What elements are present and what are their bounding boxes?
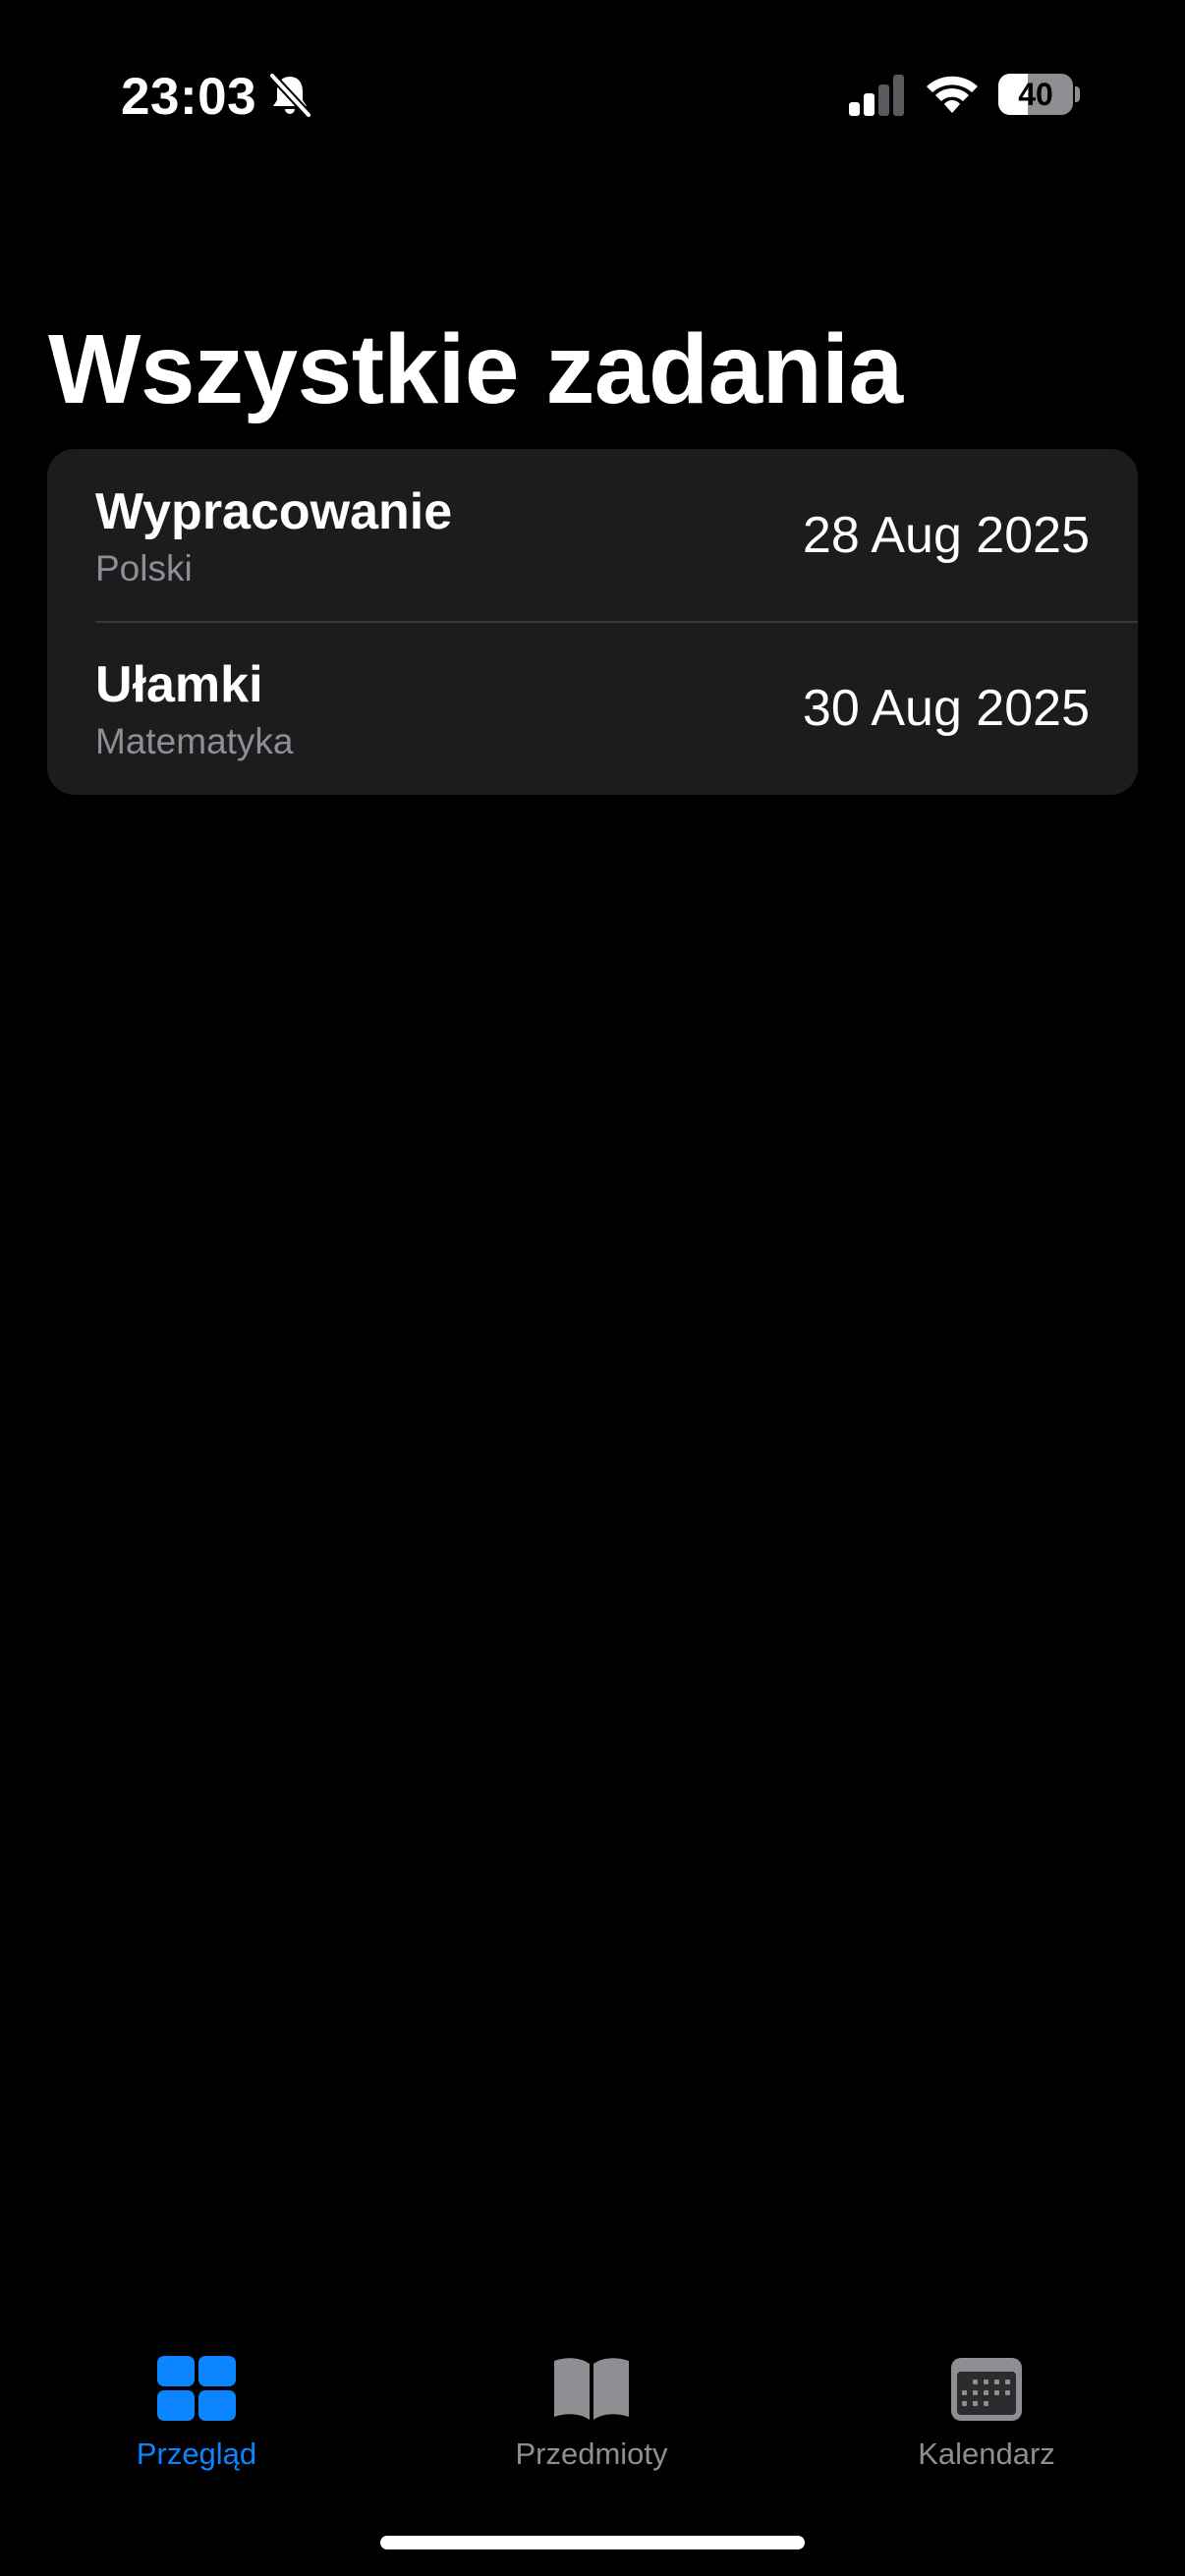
book-icon — [554, 2358, 629, 2420]
task-title: Ułamki — [95, 656, 263, 713]
status-time: 23:03 — [121, 68, 257, 126]
task-subject: Polski — [95, 548, 193, 588]
grid-icon — [157, 2356, 236, 2421]
page-title: Wszystkie zadania — [48, 314, 903, 424]
tab-subjects[interactable]: Przedmioty — [464, 2319, 719, 2486]
task-list: Wypracowanie Polski 28 Aug 2025 Ułamki M… — [47, 449, 1138, 795]
bell-slash-icon — [268, 72, 312, 119]
tab-bar: Przegląd Przedmioty Kalendarz — [0, 2319, 1185, 2495]
calendar-icon — [951, 2358, 1022, 2421]
task-due-date: 28 Aug 2025 — [802, 507, 1090, 564]
tab-label: Kalendarz — [918, 2436, 1055, 2471]
battery-icon: 40 — [998, 74, 1080, 115]
battery-level: 40 — [1018, 77, 1053, 112]
status-bar: 23:03 40 — [0, 0, 1185, 187]
home-indicator[interactable] — [380, 2536, 805, 2549]
tab-overview[interactable]: Przegląd — [69, 2319, 324, 2486]
wifi-icon — [927, 76, 978, 113]
tab-label: Przedmioty — [515, 2436, 668, 2471]
task-row[interactable]: Wypracowanie Polski 28 Aug 2025 — [47, 449, 1138, 623]
cellular-signal-icon — [849, 75, 904, 116]
task-subject: Matematyka — [95, 721, 294, 761]
tab-label: Przegląd — [136, 2436, 257, 2471]
task-due-date: 30 Aug 2025 — [802, 680, 1090, 737]
task-row[interactable]: Ułamki Matematyka 30 Aug 2025 — [47, 622, 1138, 795]
tab-calendar[interactable]: Kalendarz — [859, 2319, 1114, 2486]
task-title: Wypracowanie — [95, 483, 453, 540]
